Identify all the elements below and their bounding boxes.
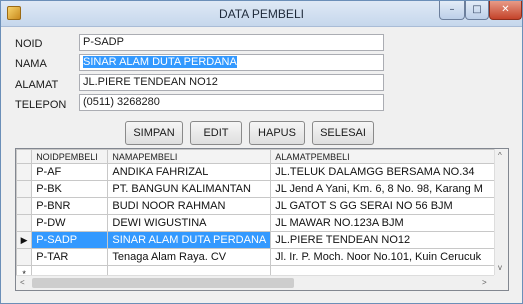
noid-label: NOID	[15, 38, 43, 50]
table-row-selected[interactable]: ▶ P-SADP SINAR ALAM DUTA PERDANA JL.PIER…	[16, 231, 508, 249]
title-bar[interactable]: DATA PEMBELI – □ ✕	[1, 1, 522, 27]
cell-noid[interactable]: P-SADP	[31, 231, 109, 249]
maximize-button[interactable]: □	[465, 1, 489, 20]
table-row[interactable]: P-BK PT. BANGUN KALIMANTAN JL Jend A Yan…	[16, 180, 508, 198]
row-header-corner[interactable]	[16, 149, 33, 164]
alamat-field[interactable]: JL.PIERE TENDEAN NO12	[79, 74, 384, 91]
minimize-button[interactable]: –	[439, 1, 465, 20]
cell-nama[interactable]: SINAR ALAM DUTA PERDANA	[107, 231, 272, 249]
scroll-right-icon[interactable]: >	[482, 278, 487, 288]
noid-field[interactable]: P-SADP	[79, 34, 384, 51]
table-row[interactable]: P-TAR Tenaga Alam Raya. CV Jl. Ir. P. Mo…	[16, 248, 508, 266]
column-header-alamat[interactable]: ALAMATPEMBELI	[270, 149, 508, 164]
row-header[interactable]	[16, 163, 33, 181]
scroll-up-icon[interactable]: ^	[498, 151, 502, 161]
row-header[interactable]	[16, 180, 33, 198]
cell-noid[interactable]: P-TAR	[31, 248, 109, 266]
cell-noid[interactable]: P-BK	[31, 180, 109, 198]
nama-value: SINAR ALAM DUTA PERDANA	[83, 56, 237, 68]
row-header[interactable]	[16, 197, 33, 215]
vertical-scrollbar[interactable]: ^ v	[494, 149, 508, 275]
telepon-value: (0511) 3268280	[83, 96, 160, 108]
main-window: DATA PEMBELI – □ ✕ NOID P-SADP NAMA SINA…	[0, 0, 523, 304]
edit-button[interactable]: EDIT	[190, 121, 242, 145]
table-row[interactable]: P-AF ANDIKA FAHRIZAL JL.TELUK DALAMGG BE…	[16, 163, 508, 181]
cell-alamat[interactable]: JL.PIERE TENDEAN NO12	[270, 231, 508, 249]
pembeli-table: NOIDPEMBELI NAMAPEMBELI ALAMATPEMBELI P-…	[16, 149, 508, 283]
table-row[interactable]: P-DW DEWI WIGUSTINA JL MAWAR NO.123A BJM	[16, 214, 508, 232]
selesai-button[interactable]: SELESAI	[312, 121, 374, 145]
alamat-value: JL.PIERE TENDEAN NO12	[83, 76, 218, 88]
nama-label: NAMA	[15, 58, 47, 70]
current-row-indicator-icon[interactable]: ▶	[16, 231, 33, 249]
alamat-label: ALAMAT	[15, 79, 59, 91]
scroll-down-icon[interactable]: v	[498, 263, 502, 273]
cell-noid[interactable]: P-DW	[31, 214, 109, 232]
cell-nama[interactable]: ANDIKA FAHRIZAL	[107, 163, 272, 181]
cell-alamat[interactable]: JL Jend A Yani, Km. 6, 8 No. 98, Karang …	[270, 180, 508, 198]
cell-noid[interactable]: P-BNR	[31, 197, 109, 215]
column-header-nama[interactable]: NAMAPEMBELI	[107, 149, 272, 164]
cell-alamat[interactable]: JL MAWAR NO.123A BJM	[270, 214, 508, 232]
telepon-field[interactable]: (0511) 3268280	[79, 94, 384, 111]
cell-nama[interactable]: DEWI WIGUSTINA	[107, 214, 272, 232]
cell-nama[interactable]: PT. BANGUN KALIMANTAN	[107, 180, 272, 198]
nama-field[interactable]: SINAR ALAM DUTA PERDANA	[79, 54, 384, 71]
cell-alamat[interactable]: JL GATOT S GG SERAI NO 56 BJM	[270, 197, 508, 215]
row-header[interactable]	[16, 248, 33, 266]
cell-nama[interactable]: Tenaga Alam Raya. CV	[107, 248, 272, 266]
telepon-label: TELEPON	[15, 99, 67, 111]
grid-header-row: NOIDPEMBELI NAMAPEMBELI ALAMATPEMBELI	[16, 149, 508, 164]
cell-noid[interactable]: P-AF	[31, 163, 109, 181]
row-header[interactable]	[16, 214, 33, 232]
scrollbar-corner	[494, 275, 508, 290]
cell-nama[interactable]: BUDI NOOR RAHMAN	[107, 197, 272, 215]
close-button[interactable]: ✕	[489, 1, 522, 20]
noid-value: P-SADP	[83, 36, 124, 48]
cell-alamat[interactable]: Jl. Ir. P. Moch. Noor No.101, Kuin Ceruc…	[270, 248, 508, 266]
table-row[interactable]: P-BNR BUDI NOOR RAHMAN JL GATOT S GG SER…	[16, 197, 508, 215]
column-header-noid[interactable]: NOIDPEMBELI	[31, 149, 109, 164]
horizontal-scroll-thumb[interactable]	[32, 278, 294, 288]
hapus-button[interactable]: HAPUS	[249, 121, 305, 145]
horizontal-scrollbar[interactable]: < >	[16, 275, 494, 290]
scroll-left-icon[interactable]: <	[20, 278, 25, 288]
cell-alamat[interactable]: JL.TELUK DALAMGG BERSAMA NO.34	[270, 163, 508, 181]
simpan-button[interactable]: SIMPAN	[125, 121, 183, 145]
pembeli-grid[interactable]: NOIDPEMBELI NAMAPEMBELI ALAMATPEMBELI P-…	[15, 148, 509, 291]
